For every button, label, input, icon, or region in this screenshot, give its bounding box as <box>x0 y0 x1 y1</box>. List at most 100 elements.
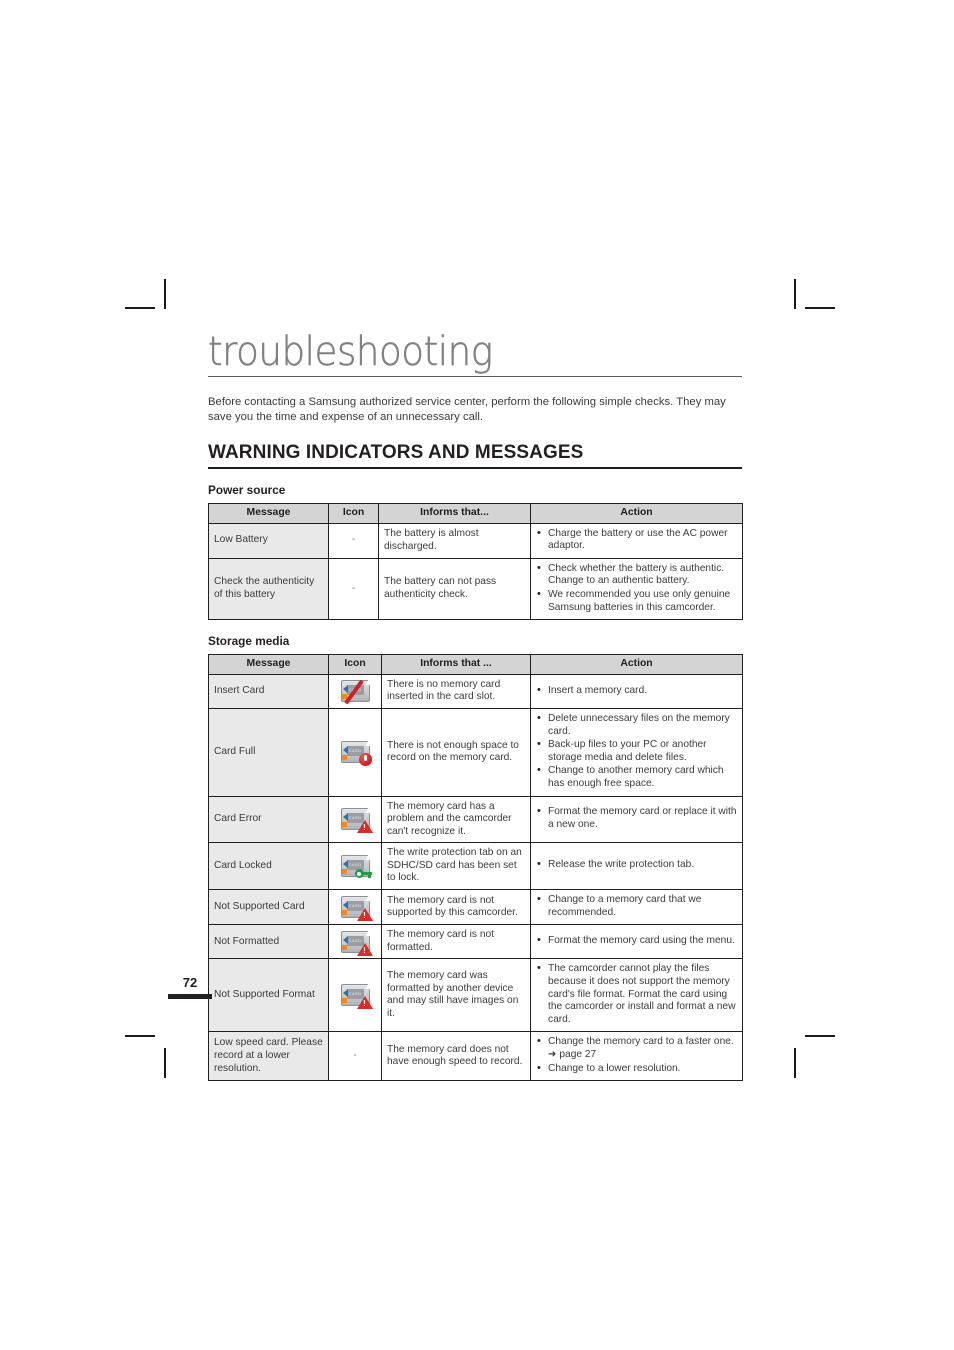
action-list: Delete unnecessary files on the memory c… <box>536 712 737 791</box>
table-row: Check the authenticity of this battery -… <box>208 557 743 621</box>
folio: 72 <box>168 975 212 999</box>
cell-informs: The memory card was formatted by another… <box>381 958 531 1033</box>
cell-informs: The memory card is not formatted. <box>381 924 531 960</box>
green-key-icon <box>354 869 372 879</box>
cell-action: Release the write protection tab. <box>530 842 743 891</box>
action-item: Change to a lower resolution. <box>536 1062 737 1076</box>
cell-informs: The memory card does not have enough spe… <box>381 1031 531 1082</box>
cell-icon: CARD <box>328 958 382 1033</box>
table-header-row: Message Icon Informs that... Action <box>208 503 743 524</box>
cell-informs: The battery is almost discharged. <box>378 522 531 559</box>
table-power-source: Message Icon Informs that... Action Low … <box>208 503 743 621</box>
table-row: Insert Card CARD There is no memory card… <box>208 673 743 709</box>
table-row: Card Locked CARD The write protection ta… <box>208 842 743 891</box>
cell-message: Low speed card. Please record at a lower… <box>208 1031 329 1082</box>
memory-card-full-icon: CARD <box>340 740 372 767</box>
cell-action: Delete unnecessary files on the memory c… <box>530 707 743 797</box>
column-header-informs: Informs that... <box>378 503 531 524</box>
crop-mark-bottom-right-horizontal <box>805 1035 835 1037</box>
cell-message: Not Formatted <box>208 924 329 960</box>
table-row: Card Full CARD There is not enough space… <box>208 707 743 797</box>
crop-mark-top-right-vertical <box>794 279 796 309</box>
cell-action: Insert a memory card. <box>530 673 743 709</box>
dash-placeholder-icon: - <box>351 534 356 546</box>
crop-mark-bottom-left-horizontal <box>125 1035 155 1037</box>
action-item: Charge the battery or use the AC power a… <box>536 527 737 553</box>
action-item: Insert a memory card. <box>536 684 737 698</box>
action-item: We recommended you use only genuine Sams… <box>536 588 737 614</box>
column-header-action: Action <box>530 654 743 675</box>
action-list: Format the memory card or replace it wit… <box>536 805 737 831</box>
cell-message: Card Locked <box>208 842 329 891</box>
folio-bar <box>168 994 212 999</box>
action-list: Release the write protection tab. <box>536 858 737 872</box>
dash-placeholder-icon: - <box>353 1050 357 1061</box>
table-row: Not Formatted CARD The memory card is no… <box>208 924 743 960</box>
action-list: The camcorder cannot play the files beca… <box>536 962 737 1026</box>
cell-icon: CARD <box>328 707 382 797</box>
action-item: Check whether the battery is authentic. … <box>536 562 737 588</box>
cell-message: Check the authenticity of this battery <box>208 557 329 621</box>
action-item: Format the memory card or replace it wit… <box>536 805 737 831</box>
subheading-power-source: Power source <box>208 483 286 497</box>
memory-card-no-card-icon: CARD <box>340 679 372 705</box>
column-header-message: Message <box>208 503 329 524</box>
section-heading: WARNING INDICATORS AND MESSAGES <box>208 442 742 469</box>
cell-icon: - <box>328 1031 382 1082</box>
cell-informs: There is no memory card inserted in the … <box>381 673 531 709</box>
page-content: troubleshooting Before contacting a Sams… <box>208 330 743 1082</box>
action-item: Change the memory card to a faster one. … <box>536 1035 737 1061</box>
chapter-title: troubleshooting <box>208 329 493 375</box>
action-item: Change to a memory card that we recommen… <box>536 893 737 919</box>
memory-card-error-icon: CARD <box>340 807 373 834</box>
column-header-informs: Informs that ... <box>381 654 531 675</box>
table-row: Card Error CARD The memory card has a pr… <box>208 795 743 844</box>
action-item: The camcorder cannot play the files beca… <box>536 962 737 1026</box>
cell-icon: CARD <box>328 795 382 844</box>
action-list: Charge the battery or use the AC power a… <box>536 527 737 553</box>
memory-card-not-supported-icon: CARD <box>340 895 373 922</box>
cell-message: Insert Card <box>208 673 329 709</box>
crop-mark-top-left-vertical <box>164 279 166 309</box>
table-row: Not Supported Format CARD The memory car… <box>208 958 743 1033</box>
chapter-title-rule: troubleshooting <box>208 330 742 377</box>
cell-icon: CARD <box>328 673 382 709</box>
column-header-action: Action <box>530 503 743 524</box>
cell-informs: The memory card has a problem and the ca… <box>381 795 531 844</box>
cell-action: Format the memory card or replace it wit… <box>530 795 743 844</box>
dash-placeholder-icon: - <box>351 582 356 594</box>
table-storage-media: Message Icon Informs that ... Action Ins… <box>208 654 743 1082</box>
cell-action: The camcorder cannot play the files beca… <box>530 958 743 1033</box>
table-header-row: Message Icon Informs that ... Action <box>208 654 743 675</box>
action-list: Format the memory card using the menu. <box>536 934 737 948</box>
cell-message: Card Full <box>208 707 329 797</box>
cell-icon: CARD <box>328 842 382 891</box>
action-item: Back-up files to your PC or another stor… <box>536 738 737 764</box>
page-number: 72 <box>182 975 198 990</box>
action-list: Change the memory card to a faster one. … <box>536 1035 737 1076</box>
action-list: Insert a memory card. <box>536 684 737 698</box>
action-list: Change to a memory card that we recommen… <box>536 893 737 919</box>
memory-card-not-supported-format-icon: CARD <box>340 983 373 1010</box>
subheading-storage-media: Storage media <box>208 634 290 649</box>
cell-informs: The battery can not pass authenticity ch… <box>378 557 531 621</box>
cell-action: Change to a memory card that we recommen… <box>530 889 743 926</box>
memory-card-locked-icon: CARD <box>340 854 372 879</box>
table-row: Not Supported Card CARD The memory card … <box>208 889 743 926</box>
action-item: Format the memory card using the menu. <box>536 934 737 948</box>
cell-action: Charge the battery or use the AC power a… <box>530 522 743 559</box>
cell-icon: CARD <box>328 889 382 926</box>
column-header-icon: Icon <box>328 654 382 675</box>
cell-message: Low Battery <box>208 522 329 559</box>
cell-informs: The write protection tab on an SDHC/SD c… <box>381 842 531 891</box>
action-item: Change to another memory card which has … <box>536 764 737 790</box>
cell-action: Change the memory card to a faster one. … <box>530 1031 743 1082</box>
cell-icon: - <box>328 522 379 559</box>
crop-mark-bottom-right-vertical <box>794 1048 796 1078</box>
table-row: Low speed card. Please record at a lower… <box>208 1031 743 1082</box>
cell-action: Check whether the battery is authentic. … <box>530 557 743 621</box>
memory-card-not-formatted-icon: CARD <box>340 930 373 956</box>
cell-message: Card Error <box>208 795 329 844</box>
cell-informs: The memory card is not supported by this… <box>381 889 531 926</box>
action-list: Check whether the battery is authentic. … <box>536 562 737 614</box>
